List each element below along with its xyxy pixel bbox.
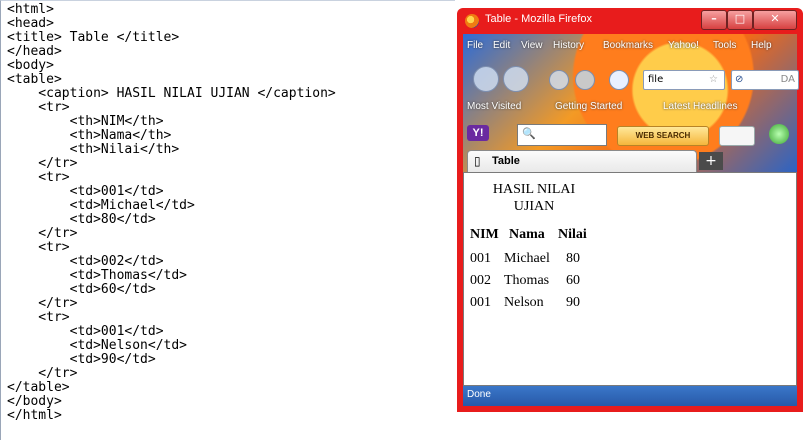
code-line: <body> xyxy=(7,58,54,73)
bookmarks-toolbar: Most Visited Getting Started Latest Head… xyxy=(463,98,797,116)
gear-icon[interactable] xyxy=(769,124,789,144)
menu-tools[interactable]: Tools xyxy=(713,40,736,51)
table-cell: Nelson xyxy=(504,295,544,310)
menu-yahoo[interactable]: Yahoo! xyxy=(668,40,699,51)
code-line: <head> xyxy=(7,16,54,31)
back-button[interactable] xyxy=(473,66,499,92)
close-button[interactable]: ✕ xyxy=(753,10,797,30)
yahoo-search-input[interactable]: 🔍 xyxy=(517,124,607,146)
code-line: </tr> xyxy=(7,226,78,241)
tab-label: Table xyxy=(492,155,520,167)
table-cell: Michael xyxy=(504,251,550,266)
code-line: <td>001</td> xyxy=(7,184,164,199)
search-placeholder: DA xyxy=(780,74,795,85)
reload-icon[interactable] xyxy=(549,70,569,90)
caption-line-2: UJIAN xyxy=(513,199,555,214)
menu-edit[interactable]: Edit xyxy=(493,40,510,51)
bookmark-most-visited[interactable]: Most Visited xyxy=(467,101,521,112)
new-tab-button[interactable]: + xyxy=(699,152,723,170)
bookmark-latest-headlines[interactable]: Latest Headlines xyxy=(663,101,738,112)
navigation-toolbar: file ☆ ⊘ DA xyxy=(463,62,799,96)
table-caption: HASIL NILAI UJIAN xyxy=(464,181,604,215)
minimize-button[interactable]: – xyxy=(701,10,727,30)
code-line: </table> xyxy=(7,380,70,395)
code-line: <caption> HASIL NILAI UJIAN </caption> xyxy=(7,86,336,101)
window-title: Table - Mozilla Firefox xyxy=(485,13,592,25)
table-cell: 80 xyxy=(566,251,580,266)
stop-icon[interactable] xyxy=(575,70,595,90)
menu-history[interactable]: History xyxy=(553,40,584,51)
code-line: </head> xyxy=(7,44,62,59)
tab-strip: ▯ Table + xyxy=(463,148,797,173)
caption-line-1: HASIL NILAI xyxy=(492,182,576,197)
code-line: <td>002</td> xyxy=(7,254,164,269)
code-line: <th>NIM</th> xyxy=(7,114,164,129)
header-nilai: Nilai xyxy=(558,227,587,242)
bookmark-getting-started[interactable]: Getting Started xyxy=(555,101,622,112)
table-cell: 002 xyxy=(470,273,491,288)
code-line: <td>Michael</td> xyxy=(7,198,195,213)
code-line: <tr> xyxy=(7,240,70,255)
table-cell: 001 xyxy=(470,251,491,266)
firefox-window: Table - Mozilla Firefox – □ ✕ File Edit … xyxy=(457,8,803,412)
table-cell: 90 xyxy=(566,295,580,310)
yahoo-logo[interactable]: Y! xyxy=(467,125,489,141)
code-line: <title> Table </title> xyxy=(7,30,180,45)
code-line: </tr> xyxy=(7,296,78,311)
code-line: <td>80</td> xyxy=(7,212,156,227)
menu-file[interactable]: File xyxy=(467,40,483,51)
code-line: <html> xyxy=(7,2,54,17)
page-icon: ▯ xyxy=(474,154,481,168)
star-icon[interactable]: ☆ xyxy=(709,71,718,89)
code-line: <td>Thomas</td> xyxy=(7,268,188,283)
menu-bar: File Edit View History Bookmarks Yahoo! … xyxy=(463,38,797,56)
code-line: <tr> xyxy=(7,170,70,185)
page-content: HASIL NILAI UJIAN NIM Nama Nilai 001 Mic… xyxy=(463,172,797,386)
title-bar[interactable]: Table - Mozilla Firefox – □ ✕ xyxy=(457,8,803,34)
search-icon: ⊘ xyxy=(735,74,744,85)
maximize-button[interactable]: □ xyxy=(727,10,753,30)
menu-view[interactable]: View xyxy=(521,40,543,51)
code-listing: <html> <head> <title> Table </title> </h… xyxy=(0,0,455,440)
yahoo-toolbar: Y! 🔍 WEB SEARCH xyxy=(463,120,797,148)
web-search-button[interactable]: WEB SEARCH xyxy=(617,126,709,146)
table-cell: Thomas xyxy=(504,273,550,288)
url-bar[interactable]: file ☆ xyxy=(643,70,725,90)
header-nim: NIM xyxy=(470,227,499,242)
code-line: <th>Nama</th> xyxy=(7,128,172,143)
highlighter-button[interactable] xyxy=(719,126,755,146)
code-line: <th>Nilai</th> xyxy=(7,142,180,157)
status-bar: Done xyxy=(463,386,797,406)
url-text: file xyxy=(648,74,664,85)
code-line: </tr> xyxy=(7,366,78,381)
magnifier-icon: 🔍 xyxy=(522,127,536,140)
code-line: <td>Nelson</td> xyxy=(7,338,188,353)
menu-help[interactable]: Help xyxy=(751,40,772,51)
code-line: </tr> xyxy=(7,156,78,171)
tab-table[interactable]: ▯ Table xyxy=(467,150,697,173)
table-cell: 001 xyxy=(470,295,491,310)
forward-button[interactable] xyxy=(503,66,529,92)
code-line: <tr> xyxy=(7,100,70,115)
header-nama: Nama xyxy=(509,227,545,242)
code-line: <td>001</td> xyxy=(7,324,164,339)
code-line: <td>60</td> xyxy=(7,282,156,297)
code-line: </html> xyxy=(7,408,62,423)
home-icon[interactable] xyxy=(609,70,629,90)
code-line: <table> xyxy=(7,72,62,87)
table-cell: 60 xyxy=(566,273,580,288)
code-line: <tr> xyxy=(7,310,70,325)
code-line: <td>90</td> xyxy=(7,352,156,367)
status-text: Done xyxy=(467,389,491,400)
firefox-logo-icon xyxy=(465,14,479,28)
search-box[interactable]: ⊘ DA xyxy=(731,70,799,90)
code-line: </body> xyxy=(7,394,62,409)
menu-bookmarks[interactable]: Bookmarks xyxy=(603,40,653,51)
